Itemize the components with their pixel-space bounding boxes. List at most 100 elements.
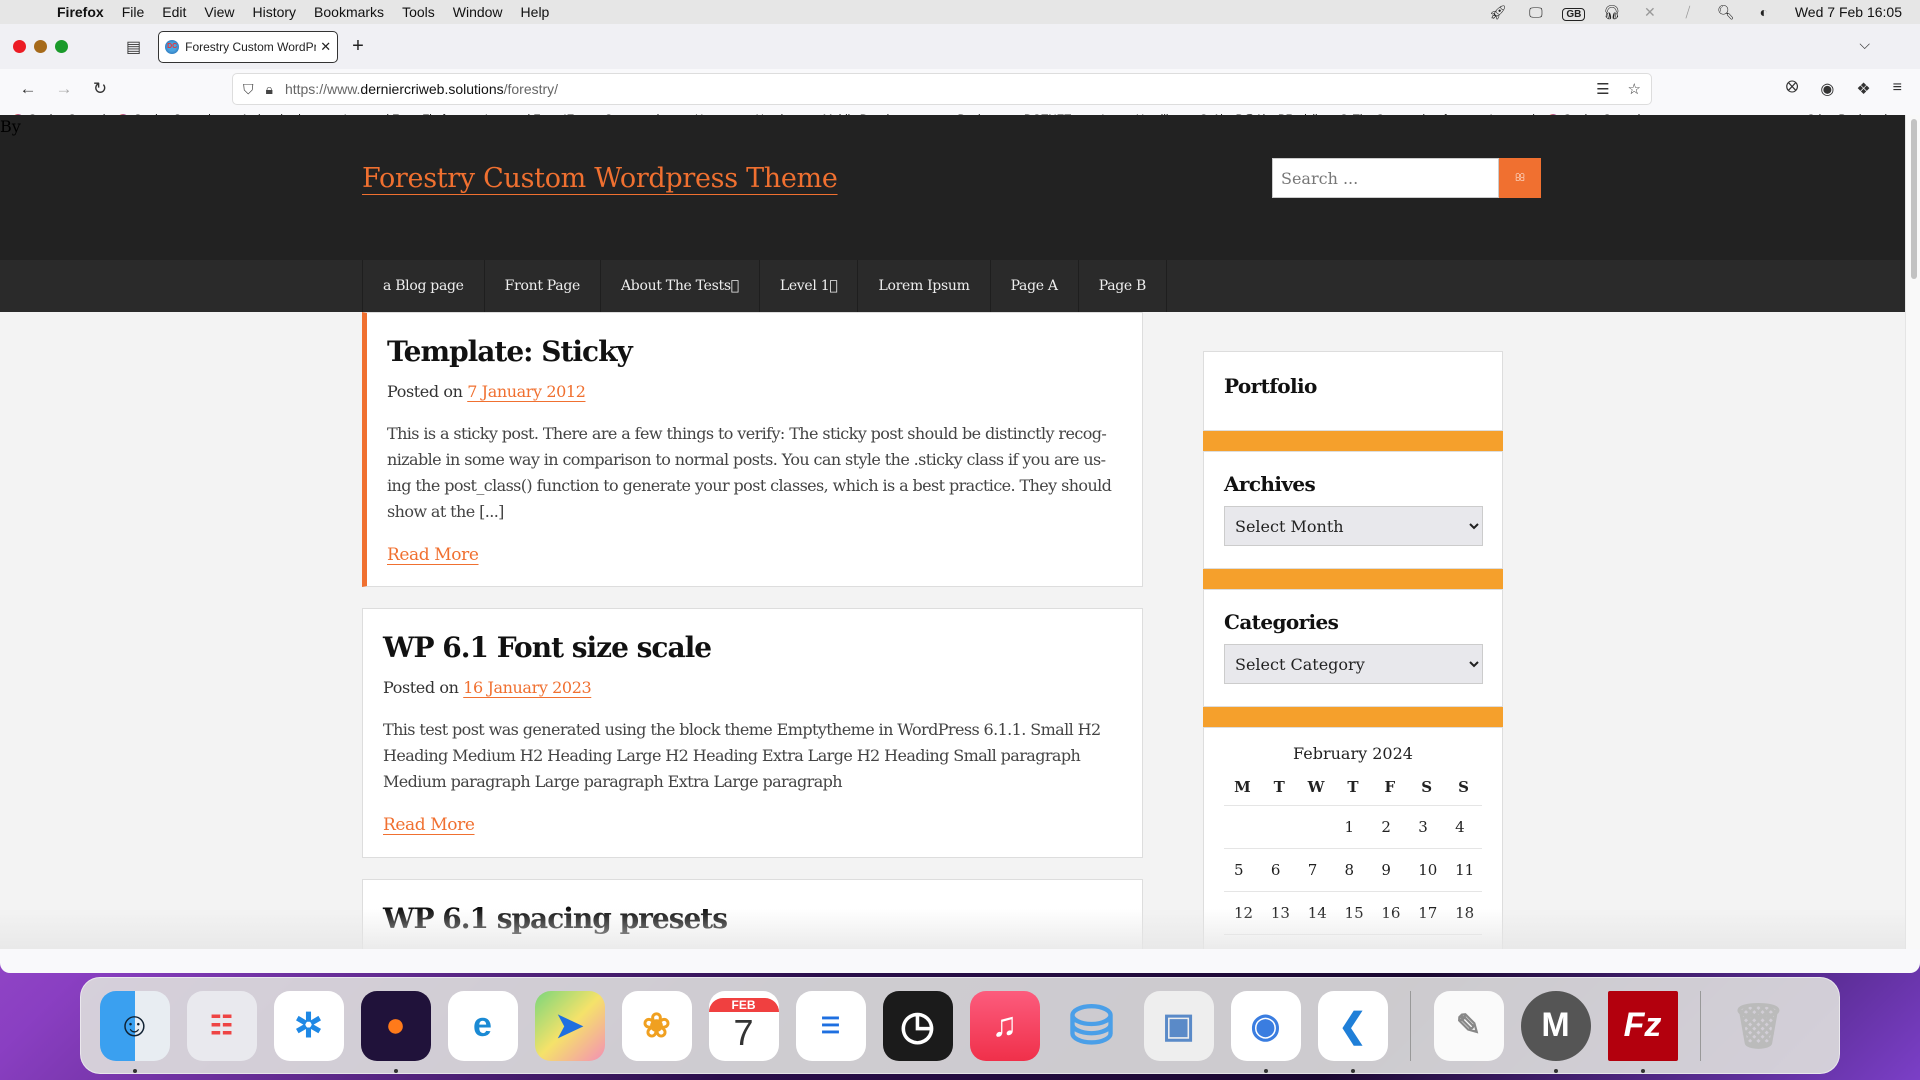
post-title-link[interactable]: WP 6.1 spacing presets (383, 902, 728, 935)
dock-calendar[interactable]: FEB 7 (708, 990, 779, 1061)
widget-title: Categories (1224, 610, 1339, 634)
lock-icon[interactable]: 🔒︎ (266, 81, 273, 98)
nav-item-front-page[interactable]: Front Page (483, 260, 600, 312)
headphones-icon[interactable]: 🎧︎ (1593, 4, 1631, 21)
clock-icon: ◷ (900, 1003, 935, 1048)
menu-file[interactable]: File (113, 4, 154, 20)
calendar-day: 14 (1297, 891, 1335, 935)
dock-safari[interactable]: ✲ (273, 990, 344, 1061)
dock-trash[interactable]: 🗑︎ (1724, 991, 1794, 1061)
dock-textedit[interactable]: ✎ (1433, 990, 1504, 1061)
calendar-day (1224, 805, 1261, 849)
macos-menu-bar: Firefox File Edit View History Bookmarks… (0, 0, 1920, 24)
post-date-link[interactable]: 7 January 2012 (467, 382, 586, 401)
dock-database[interactable]: ⛁ (1057, 991, 1127, 1061)
posted-on-label: Posted on (387, 382, 463, 401)
read-more-link[interactable]: Read More (387, 545, 479, 565)
post-meta: Posted on 16 January 2023 (383, 678, 1122, 697)
menubar-clock[interactable]: Wed 7 Feb 16:05 (1795, 4, 1902, 20)
nav-item-page-b[interactable]: Page B (1077, 260, 1168, 312)
tracking-protection-shield-icon[interactable]: ⛉ (243, 81, 254, 98)
chrome-icon: ◉ (1250, 1006, 1281, 1045)
tab-title: Forestry Custom WordPress Theme (185, 39, 317, 54)
site-title-link[interactable]: Forestry Custom Wordpress Theme (362, 163, 838, 194)
wifi-off-icon[interactable]: ⧸ (1669, 4, 1707, 21)
nav-item-page-a[interactable]: Page A (989, 260, 1078, 312)
menu-help[interactable]: Help (512, 4, 559, 20)
calendar-month: FEB (708, 997, 779, 1012)
site-nav: a Blog page Front Page About The Tests … (0, 260, 1905, 312)
read-more-link[interactable]: Read More (383, 815, 475, 835)
search-button[interactable]:  (1499, 158, 1541, 198)
dock-mamp[interactable]: M (1520, 990, 1591, 1073)
post-date-link[interactable]: 16 January 2023 (463, 678, 591, 697)
close-tab-icon[interactable]: ✕ (320, 39, 331, 55)
calendar-day (1297, 805, 1335, 849)
dock-maps[interactable]: ➤ (534, 990, 605, 1061)
tab-active[interactable]: DC Forestry Custom WordPress Theme ✕ (158, 30, 339, 63)
nav-item-about-the-tests[interactable]: About The Tests (600, 260, 759, 312)
menu-edit[interactable]: Edit (153, 4, 195, 20)
menu-bookmarks[interactable]: Bookmarks (305, 4, 393, 20)
categories-select[interactable]: Select Category (1224, 644, 1483, 684)
dock-clock[interactable]: ◷ (882, 990, 953, 1061)
calendar-day: 13 (1260, 891, 1298, 935)
calendar-weekday: W (1297, 769, 1335, 806)
bluetooth-off-icon[interactable]: ✕ (1631, 4, 1669, 21)
back-button[interactable]: ← (10, 79, 46, 99)
widget-categories: Categories Select Category (1203, 589, 1503, 707)
reload-button[interactable]: ↻ (82, 79, 118, 99)
new-tab-button[interactable]: + (352, 35, 364, 58)
minimize-window-button[interactable] (34, 40, 47, 53)
firefox-view-icon[interactable]: ▤ (126, 37, 141, 57)
search-icon[interactable]: 🔍︎ (1707, 4, 1745, 21)
dock-vscode[interactable]: ❮ (1317, 990, 1388, 1073)
running-indicator (1263, 1068, 1268, 1073)
bookmark-star-icon[interactable]: ☆ (1628, 80, 1641, 98)
post-title-link[interactable]: Template: Sticky (387, 335, 633, 368)
extensions-icon[interactable]: ❖ (1856, 79, 1870, 99)
scrollbar-thumb[interactable] (1911, 119, 1917, 279)
forward-button[interactable]: → (46, 79, 82, 99)
dock-edge[interactable]: e (447, 990, 518, 1061)
nav-item-lorem-ipsum[interactable]: Lorem Ipsum (857, 260, 989, 312)
control-center-icon[interactable]: ◐ (1745, 4, 1783, 20)
pocket-icon[interactable]: ⭙ (1786, 79, 1799, 99)
reader-view-icon[interactable]: ☰ (1596, 80, 1609, 98)
dock-reminders[interactable]: ☰ (795, 990, 866, 1061)
account-icon[interactable]: ◉ (1820, 79, 1834, 99)
dock-firefox[interactable]: ● (360, 990, 431, 1073)
dock-music[interactable]: ♫ (969, 990, 1040, 1061)
close-window-button[interactable] (13, 40, 26, 53)
menu-window[interactable]: Window (444, 4, 512, 20)
url-bar[interactable]: ⛉ 🔒︎ https://www. derniercriweb.solutions… (232, 73, 1652, 105)
dock-launchpad[interactable]: ☷ (186, 990, 257, 1061)
dock-photos[interactable]: ❀ (621, 990, 692, 1061)
keyboard-layout-label: GB (1562, 8, 1586, 21)
menu-app-name[interactable]: Firefox (48, 4, 113, 20)
dock-chrome[interactable]: ◉ (1230, 990, 1301, 1073)
menu-tools[interactable]: Tools (393, 4, 444, 20)
list-all-tabs-chevron-down-icon[interactable]: ⌵ (1859, 36, 1870, 53)
page-scrollbar[interactable] (1905, 115, 1920, 949)
search-input[interactable] (1272, 158, 1499, 198)
display-icon[interactable]: 🖵︎ (1517, 4, 1555, 21)
nav-item-blog-page[interactable]: a Blog page (362, 260, 484, 312)
keyboard-layout-icon[interactable]: GB (1555, 4, 1593, 21)
rocket-icon[interactable]: 🚀︎ (1479, 4, 1517, 21)
calendar-day: 1 (1334, 805, 1372, 849)
dock-filezilla[interactable]: Fz (1607, 990, 1678, 1073)
post-card: Template: Sticky Posted on 7 January 201… (362, 312, 1143, 587)
archives-select[interactable]: Select Month (1224, 506, 1483, 546)
nav-item-level-1[interactable]: Level 1 (758, 260, 858, 312)
app-menu-hamburger-icon[interactable]: ≡ (1893, 79, 1902, 99)
post-title-link[interactable]: WP 6.1 Font size scale (383, 631, 712, 664)
menu-view[interactable]: View (195, 4, 243, 20)
dock-finder[interactable]: ☺ (99, 990, 170, 1073)
post-card: WP 6.1 Font size scale Posted on 16 Janu… (362, 608, 1143, 858)
zoom-window-button[interactable] (55, 40, 68, 53)
launchpad-icon: ☷ (209, 1010, 234, 1040)
dock-preview[interactable]: ▣ (1143, 990, 1214, 1061)
menu-history[interactable]: History (243, 4, 305, 20)
calendar-weekday: M (1224, 769, 1261, 806)
